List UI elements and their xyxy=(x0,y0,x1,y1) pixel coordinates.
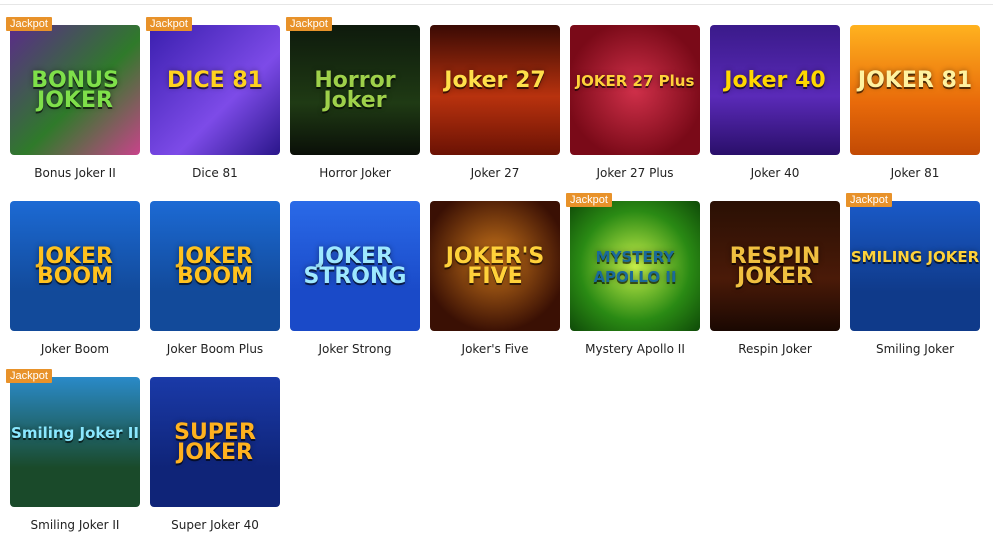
game-title[interactable]: Super Joker 40 xyxy=(140,518,290,532)
game-thumbnail[interactable]: BONUS JOKER xyxy=(10,25,140,155)
game-tile[interactable]: JOKER 27 Plus Joker 27 Plus xyxy=(570,25,700,185)
game-thumbnail[interactable]: Joker 27 xyxy=(430,25,560,155)
game-title[interactable]: Smiling Joker xyxy=(840,342,990,356)
game-artwork: Horror Joker xyxy=(290,25,420,155)
game-thumbnail[interactable]: JOKER BOOM xyxy=(150,201,280,331)
game-thumbnail[interactable]: JOKER'S FIVE xyxy=(430,201,560,331)
game-tile[interactable]: JOKER BOOM Joker Boom xyxy=(10,201,140,361)
game-thumbnail[interactable]: SUPER JOKER xyxy=(150,377,280,507)
game-thumbnail[interactable]: JOKER STRONG xyxy=(290,201,420,331)
game-title[interactable]: Dice 81 xyxy=(140,166,290,180)
game-tile[interactable]: SMILING JOKER Jackpot Smiling Joker xyxy=(846,193,980,361)
game-logo: RESPIN JOKER xyxy=(729,244,821,289)
game-title[interactable]: Horror Joker xyxy=(280,166,430,180)
game-title[interactable]: Respin Joker xyxy=(700,342,850,356)
jackpot-badge: Jackpot xyxy=(286,17,332,31)
game-thumbnail[interactable]: Horror Joker xyxy=(290,25,420,155)
game-tile[interactable]: BONUS JOKER Jackpot Bonus Joker II xyxy=(6,17,140,185)
game-title[interactable]: Joker Boom Plus xyxy=(140,342,290,356)
game-artwork: Joker 40 xyxy=(710,25,840,155)
game-thumbnail[interactable]: RESPIN JOKER xyxy=(710,201,840,331)
game-artwork: Joker 27 xyxy=(430,25,560,155)
game-logo: SUPER JOKER xyxy=(174,420,256,465)
game-logo: MYSTERY APOLLO II xyxy=(593,248,677,286)
game-tile[interactable]: SUPER JOKER Super Joker 40 xyxy=(150,377,280,537)
game-tile[interactable]: MYSTERY APOLLO II Jackpot Mystery Apollo I… xyxy=(566,193,700,361)
game-title[interactable]: Joker's Five xyxy=(420,342,570,356)
game-thumbnail[interactable]: SMILING JOKER xyxy=(850,201,980,331)
game-logo: JOKER 81 xyxy=(857,68,973,93)
game-thumbnail[interactable]: DICE 81 xyxy=(150,25,280,155)
game-thumbnail[interactable]: MYSTERY APOLLO II xyxy=(570,201,700,331)
game-title[interactable]: Joker Boom xyxy=(0,342,150,356)
game-artwork: JOKER BOOM xyxy=(150,201,280,331)
game-tile[interactable]: JOKER BOOM Joker Boom Plus xyxy=(150,201,280,361)
game-logo: JOKER BOOM xyxy=(176,244,254,289)
game-logo: DICE 81 xyxy=(167,68,263,93)
game-title[interactable]: Smiling Joker II xyxy=(0,518,150,532)
game-logo: Smiling Joker II xyxy=(11,424,139,442)
game-artwork: JOKER BOOM xyxy=(10,201,140,331)
game-tile[interactable]: RESPIN JOKER Respin Joker xyxy=(710,201,840,361)
game-logo: JOKER'S FIVE xyxy=(445,244,545,289)
game-title[interactable]: Bonus Joker II xyxy=(0,166,150,180)
game-title[interactable]: Joker 40 xyxy=(700,166,850,180)
game-logo: SMILING JOKER xyxy=(850,248,980,266)
game-thumbnail[interactable]: JOKER BOOM xyxy=(10,201,140,331)
game-artwork: BONUS JOKER xyxy=(10,25,140,155)
game-title[interactable]: Mystery Apollo II xyxy=(560,342,710,356)
game-artwork: RESPIN JOKER xyxy=(710,201,840,331)
game-logo: Joker 27 xyxy=(444,68,546,93)
game-artwork: SMILING JOKER xyxy=(850,201,980,331)
game-logo: JOKER 27 Plus xyxy=(575,72,695,90)
game-grid: BONUS JOKER Jackpot Bonus Joker II DICE 81 J… xyxy=(0,0,993,552)
game-logo: Horror Joker xyxy=(314,68,396,113)
game-title[interactable]: Joker Strong xyxy=(280,342,430,356)
game-tile[interactable]: JOKER'S FIVE Joker's Five xyxy=(430,201,560,361)
game-thumbnail[interactable]: JOKER 27 Plus xyxy=(570,25,700,155)
jackpot-badge: Jackpot xyxy=(846,193,892,207)
game-artwork: JOKER 27 Plus xyxy=(570,25,700,155)
game-artwork: DICE 81 xyxy=(150,25,280,155)
jackpot-badge: Jackpot xyxy=(566,193,612,207)
game-artwork: JOKER 81 xyxy=(850,25,980,155)
jackpot-badge: Jackpot xyxy=(146,17,192,31)
game-thumbnail[interactable]: Joker 40 xyxy=(710,25,840,155)
jackpot-badge: Jackpot xyxy=(6,369,52,383)
game-artwork: SUPER JOKER xyxy=(150,377,280,507)
game-tile[interactable]: Smiling Joker II Jackpot Smiling Joker II xyxy=(6,369,140,537)
game-thumbnail[interactable]: Smiling Joker II xyxy=(10,377,140,507)
game-tile[interactable]: Joker 27 Joker 27 xyxy=(430,25,560,185)
game-thumbnail[interactable]: JOKER 81 xyxy=(850,25,980,155)
game-artwork: JOKER STRONG xyxy=(290,201,420,331)
game-tile[interactable]: Joker 40 Joker 40 xyxy=(710,25,840,185)
jackpot-badge: Jackpot xyxy=(6,17,52,31)
game-artwork: MYSTERY APOLLO II xyxy=(570,201,700,331)
game-artwork: Smiling Joker II xyxy=(10,377,140,507)
game-title[interactable]: Joker 27 xyxy=(420,166,570,180)
game-logo: JOKER BOOM xyxy=(36,244,114,289)
game-logo: JOKER STRONG xyxy=(303,244,407,289)
game-tile[interactable]: JOKER STRONG Joker Strong xyxy=(290,201,420,361)
game-artwork: JOKER'S FIVE xyxy=(430,201,560,331)
game-logo: BONUS JOKER xyxy=(31,68,119,113)
game-logo: Joker 40 xyxy=(724,68,826,93)
game-tile[interactable]: JOKER 81 Joker 81 xyxy=(850,25,980,185)
game-title[interactable]: Joker 27 Plus xyxy=(560,166,710,180)
game-title[interactable]: Joker 81 xyxy=(840,166,990,180)
game-tile[interactable]: Horror Joker Jackpot Horror Joker xyxy=(286,17,420,185)
game-tile[interactable]: DICE 81 Jackpot Dice 81 xyxy=(146,17,280,185)
